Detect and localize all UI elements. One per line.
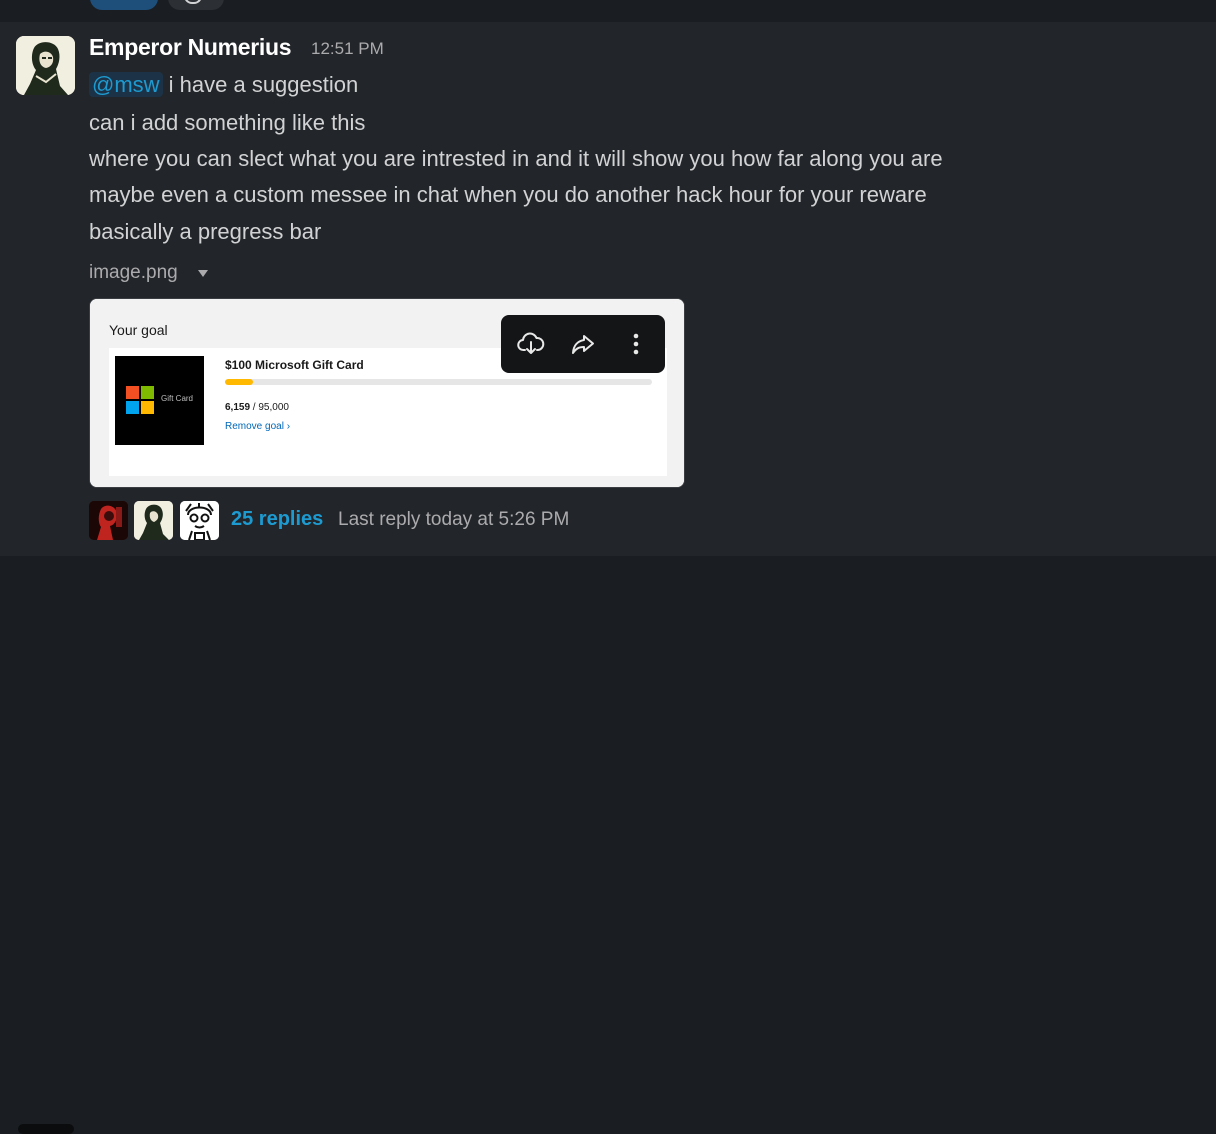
goal-points: 6,159 / 95,000: [225, 402, 289, 413]
chevron-down-icon[interactable]: [198, 270, 208, 277]
thread-replies-link[interactable]: 25 replies: [231, 508, 323, 531]
reaction-button[interactable]: [90, 0, 158, 10]
image-hover-toolbar: [501, 315, 665, 373]
progress-bar: [225, 379, 652, 385]
avatar[interactable]: [16, 36, 75, 95]
attachment-filename[interactable]: image.png: [89, 262, 178, 284]
message-line: maybe even a custom messee in chat when …: [89, 182, 927, 207]
message-row[interactable]: Emperor Numerius 12:51 PM @msw i have a …: [0, 22, 1216, 556]
message-text: i have a suggestion: [162, 72, 359, 97]
message-timestamp[interactable]: 12:51 PM: [311, 39, 384, 59]
message-line: where you can slect what you are intrest…: [89, 146, 943, 171]
thread-last-reply: Last reply today at 5:26 PM: [338, 509, 570, 530]
gift-card-image: Gift Card: [115, 356, 204, 445]
next-message-strip: [0, 556, 1216, 1134]
more-icon[interactable]: [621, 329, 651, 359]
points-total: / 95,000: [250, 402, 289, 413]
next-message-avatar[interactable]: [18, 1124, 74, 1134]
goal-name: $100 Microsoft Gift Card: [225, 358, 364, 372]
message-line: @msw i have a suggestion: [89, 72, 358, 98]
goal-title: Your goal: [109, 322, 168, 338]
remove-goal-link: Remove goal ›: [225, 421, 291, 432]
thread-participant-avatar[interactable]: [89, 501, 128, 540]
sender-name[interactable]: Emperor Numerius: [89, 34, 292, 61]
microsoft-logo-icon: [126, 386, 154, 414]
previous-message-strip: [0, 0, 1216, 22]
download-icon[interactable]: [516, 329, 546, 359]
gift-card-label: Gift Card: [161, 394, 194, 403]
thread-participant-avatar[interactable]: [134, 501, 173, 540]
points-current: 6,159: [225, 402, 251, 413]
user-mention[interactable]: @msw: [89, 72, 163, 97]
thread-participant-avatar[interactable]: [180, 501, 219, 540]
progress-fill: [225, 379, 253, 385]
message-line: can i add something like this: [89, 110, 366, 135]
share-icon[interactable]: [568, 329, 598, 359]
add-reaction-button[interactable]: [168, 0, 224, 10]
message-line: basically a pregress bar: [89, 219, 322, 244]
